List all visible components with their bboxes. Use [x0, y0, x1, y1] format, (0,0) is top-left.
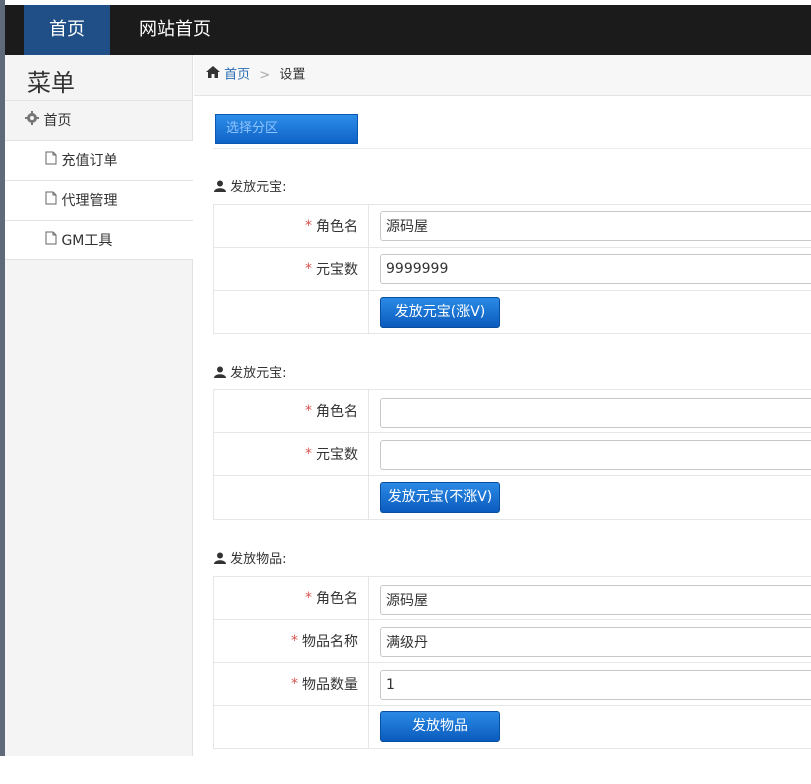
field-label-text: 物品名称 — [302, 634, 358, 650]
form-row: * 角色名 — [214, 390, 811, 433]
sidebar: 菜单 首页 充值订单 代理管理 GM工具 — [5, 55, 193, 756]
role-name-input[interactable] — [380, 211, 811, 241]
ingot-amount-input[interactable] — [380, 254, 811, 284]
grant-ingot-no-v-button[interactable]: 发放元宝(不涨V) — [380, 482, 500, 513]
sidebar-item-home[interactable]: 首页 — [5, 100, 193, 140]
sidebar-item-label: 充值订单 — [61, 153, 118, 169]
form-row: 发放元宝(不涨V) — [214, 476, 811, 520]
form-row: * 角色名 — [214, 205, 811, 248]
required-mark: * — [305, 446, 312, 462]
home-icon — [206, 55, 220, 95]
ingot-amount-input[interactable] — [380, 440, 811, 470]
page: 首页 网站首页 菜单 首页 充值订单 代理管理 GM工具 首页 > 设置 选择分… — [0, 0, 811, 784]
form-ingot-v: *角色名 *元宝数 发放元宝(涨V) — [213, 204, 811, 334]
field-label: * 元宝数 — [214, 248, 369, 290]
field-label-empty — [214, 706, 369, 748]
file-icon — [45, 181, 57, 221]
required-mark: * — [305, 590, 312, 606]
section-title-text: 发放元宝: — [230, 366, 287, 381]
field-label-text: 元宝数 — [316, 447, 358, 463]
field-label-text: 角色名 — [316, 591, 358, 607]
breadcrumb: 首页 > 设置 — [194, 55, 811, 96]
file-icon — [45, 141, 57, 181]
field-label-empty — [214, 476, 369, 519]
field-label: * 物品名称 — [214, 620, 369, 662]
field-label-empty — [214, 291, 369, 333]
form-items: *角色名 *物品名称 *物品数量 发放物品 — [213, 576, 811, 749]
form-row: * 物品名称 — [214, 620, 811, 663]
field-label-text: 物品数量 — [302, 677, 358, 693]
breadcrumb-home-link[interactable]: 首页 — [224, 68, 250, 83]
field-label: * 角色名 — [214, 390, 369, 432]
form-row: 发放物品 — [214, 706, 811, 749]
item-quantity-input[interactable] — [380, 670, 811, 700]
sidebar-item-label: GM工具 — [61, 233, 113, 249]
grant-ingot-v-button[interactable]: 发放元宝(涨V) — [380, 297, 500, 328]
file-icon — [45, 221, 57, 261]
item-name-input[interactable] — [380, 627, 811, 657]
required-mark: * — [305, 218, 312, 234]
user-icon — [214, 366, 226, 382]
page-bottom — [0, 756, 811, 784]
field-label-text: 元宝数 — [316, 262, 358, 278]
field-label: * 物品数量 — [214, 663, 369, 705]
main-content: 首页 > 设置 选择分区 发放元宝: *角色名 *元宝数 发放元宝(涨V) — [194, 55, 811, 756]
field-label: * 元宝数 — [214, 433, 369, 475]
sidebar-item-agent-management[interactable]: 代理管理 — [5, 180, 193, 220]
grant-item-button[interactable]: 发放物品 — [380, 711, 500, 742]
field-label: * 角色名 — [214, 577, 369, 619]
field-label: * 角色名 — [214, 205, 369, 247]
sidebar-item-home-label: 首页 — [43, 113, 72, 129]
breadcrumb-current: 设置 — [279, 67, 306, 83]
form-row: 发放元宝(涨V) — [214, 291, 811, 334]
required-mark: * — [291, 676, 298, 692]
divider — [213, 148, 811, 149]
sidebar-title: 菜单 — [27, 69, 75, 97]
server-select-button[interactable]: 选择分区 — [215, 114, 358, 144]
gear-icon — [25, 101, 39, 141]
section-title-text: 发放元宝: — [230, 180, 287, 195]
user-icon — [214, 552, 226, 568]
section-title-ingot-no-v: 发放元宝: — [214, 362, 287, 382]
form-row: * 元宝数 — [214, 433, 811, 476]
form-ingot-no-v: * 角色名 * 元宝数 发放元宝(不涨V) — [213, 389, 811, 520]
role-name-input[interactable] — [380, 398, 811, 428]
required-mark: * — [305, 403, 312, 419]
required-mark: * — [305, 261, 312, 277]
top-navbar: 首页 网站首页 — [5, 5, 811, 55]
nav-item-site-home[interactable]: 网站首页 — [125, 5, 225, 55]
field-label-text: 角色名 — [316, 219, 358, 235]
nav-item-home[interactable]: 首页 — [24, 5, 110, 55]
form-row: * 元宝数 — [214, 248, 811, 291]
section-title-ingot-v: 发放元宝: — [214, 176, 287, 196]
form-row: * 物品数量 — [214, 663, 811, 706]
breadcrumb-separator-icon: > — [259, 67, 271, 83]
sidebar-item-gm-tools[interactable]: GM工具 — [5, 220, 193, 260]
field-label-text: 角色名 — [316, 404, 358, 420]
user-icon — [214, 180, 226, 196]
role-name-input[interactable] — [380, 585, 811, 615]
required-mark: * — [291, 633, 298, 649]
section-title-text: 发放物品: — [230, 552, 287, 567]
form-row: * 角色名 — [214, 577, 811, 620]
sidebar-item-label: 代理管理 — [61, 193, 118, 209]
section-title-items: 发放物品: — [214, 548, 287, 568]
sidebar-item-recharge-orders[interactable]: 充值订单 — [5, 140, 193, 180]
